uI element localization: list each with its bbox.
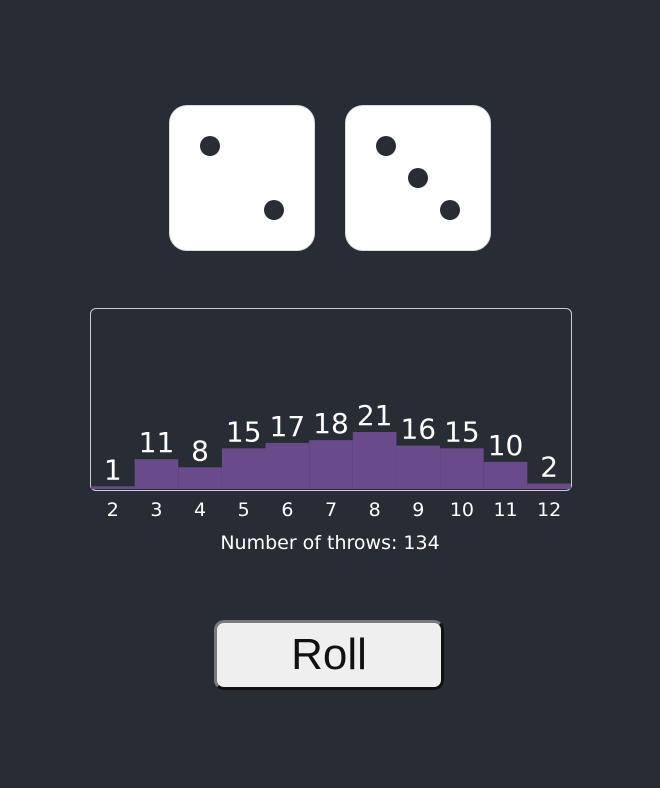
x-tick-label: 8 [369, 499, 381, 521]
histogram-bar [483, 461, 528, 489]
histogram-bar [396, 445, 441, 489]
bar-value-label: 17 [270, 410, 306, 443]
bar-value-label: 18 [313, 407, 349, 440]
histogram-bar [352, 432, 397, 489]
throw-histogram: 121138415517618721816915101011212 [91, 399, 571, 521]
histogram-bar [178, 467, 222, 489]
x-tick-label: 5 [238, 499, 250, 521]
histogram-bar [265, 442, 310, 489]
histogram-bar [134, 459, 179, 489]
histogram-bar [440, 448, 484, 489]
bar-value-label: 10 [488, 429, 524, 462]
x-tick-label: 7 [325, 499, 337, 521]
bar-value-label: 1 [104, 453, 122, 486]
x-tick-label: 10 [450, 499, 474, 521]
bar-value-label: 16 [400, 413, 436, 446]
x-tick-label: 4 [194, 499, 206, 521]
x-tick-label: 12 [537, 499, 561, 521]
histogram-bar [91, 486, 135, 489]
bar-value-label: 21 [357, 399, 393, 432]
bar-value-label: 15 [444, 415, 480, 448]
bar-value-label: 11 [139, 426, 175, 459]
x-tick-label: 2 [107, 499, 119, 521]
histogram-bar [221, 448, 266, 489]
x-tick-label: 6 [281, 499, 293, 521]
throw-count: Number of throws: 134 [220, 532, 440, 554]
histogram-bar [309, 440, 353, 489]
x-tick-label: 9 [412, 499, 424, 521]
x-tick-label: 3 [150, 499, 162, 521]
bar-value-label: 8 [191, 434, 209, 467]
bar-value-label: 2 [540, 451, 558, 484]
roll-button[interactable]: Roll [214, 620, 444, 690]
bar-value-label: 15 [226, 415, 262, 448]
histogram-bar [527, 483, 571, 489]
x-tick-label: 11 [493, 499, 517, 521]
